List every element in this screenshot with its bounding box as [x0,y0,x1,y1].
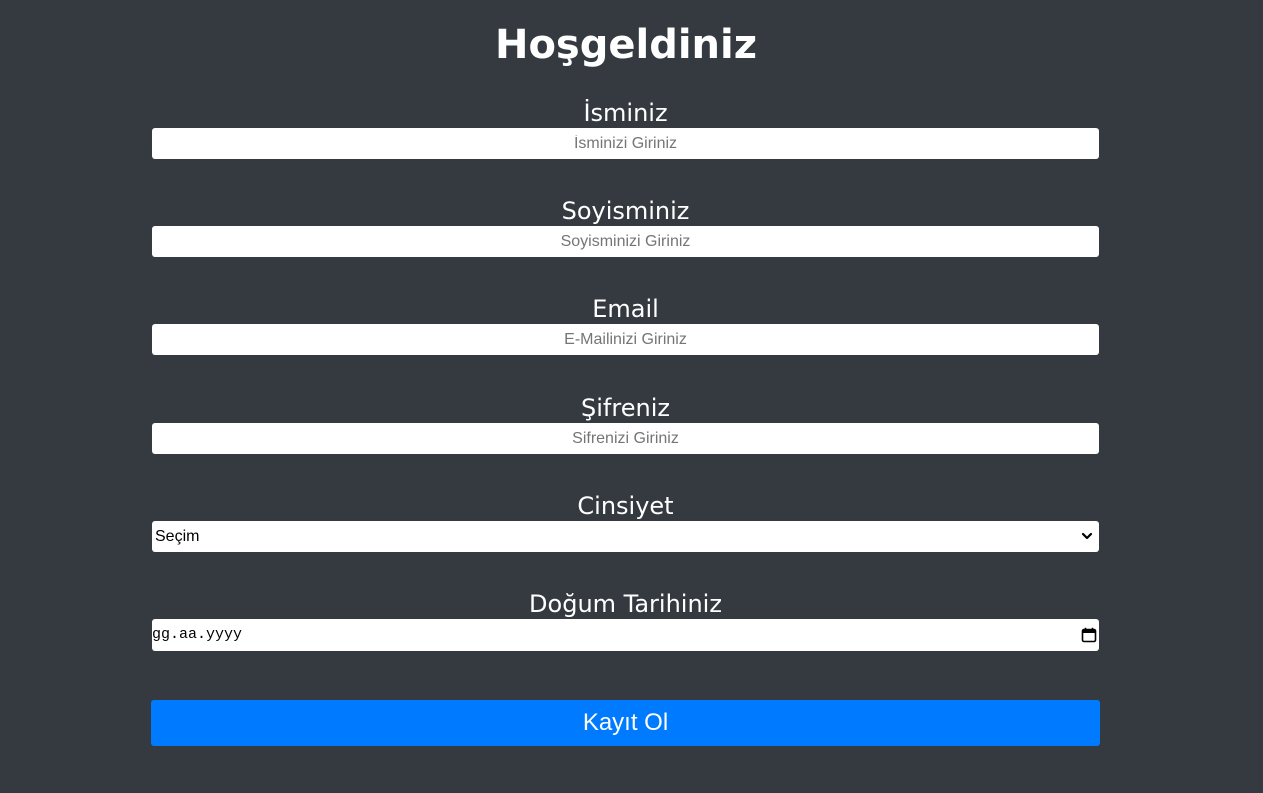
calendar-icon[interactable] [1081,627,1097,643]
email-input[interactable] [152,324,1099,355]
email-group: Email [152,294,1099,355]
page-title: Hoşgeldiniz [494,22,758,68]
password-label: Şifreniz [581,394,670,422]
register-button[interactable]: Kayıt Ol [151,700,1100,746]
password-input[interactable] [152,423,1099,454]
birth-date-input[interactable]: gg.aa.yyyy [152,619,1099,651]
email-label: Email [592,295,659,323]
last-name-group: Soyisminiz [152,196,1099,257]
last-name-label: Soyisminiz [561,197,690,225]
birth-date-group: Doğum Tarihiniz gg.aa.yyyy [152,589,1099,651]
password-group: Şifreniz [152,393,1099,454]
birth-date-placeholder: gg.aa.yyyy [152,626,243,643]
chevron-down-icon [1081,532,1093,540]
birth-date-label: Doğum Tarihiniz [529,590,722,618]
gender-group: Cinsiyet Seçim [152,491,1099,552]
first-name-label: İsminiz [583,99,668,127]
gender-selected-value: Seçim [155,528,200,545]
first-name-group: İsminiz [152,98,1099,159]
last-name-input[interactable] [152,226,1099,257]
gender-select[interactable]: Seçim [152,521,1099,552]
gender-label: Cinsiyet [577,492,674,520]
first-name-input[interactable] [152,128,1099,159]
registration-page: Hoşgeldiniz İsminiz Soyisminiz Email Şif… [0,2,1263,793]
